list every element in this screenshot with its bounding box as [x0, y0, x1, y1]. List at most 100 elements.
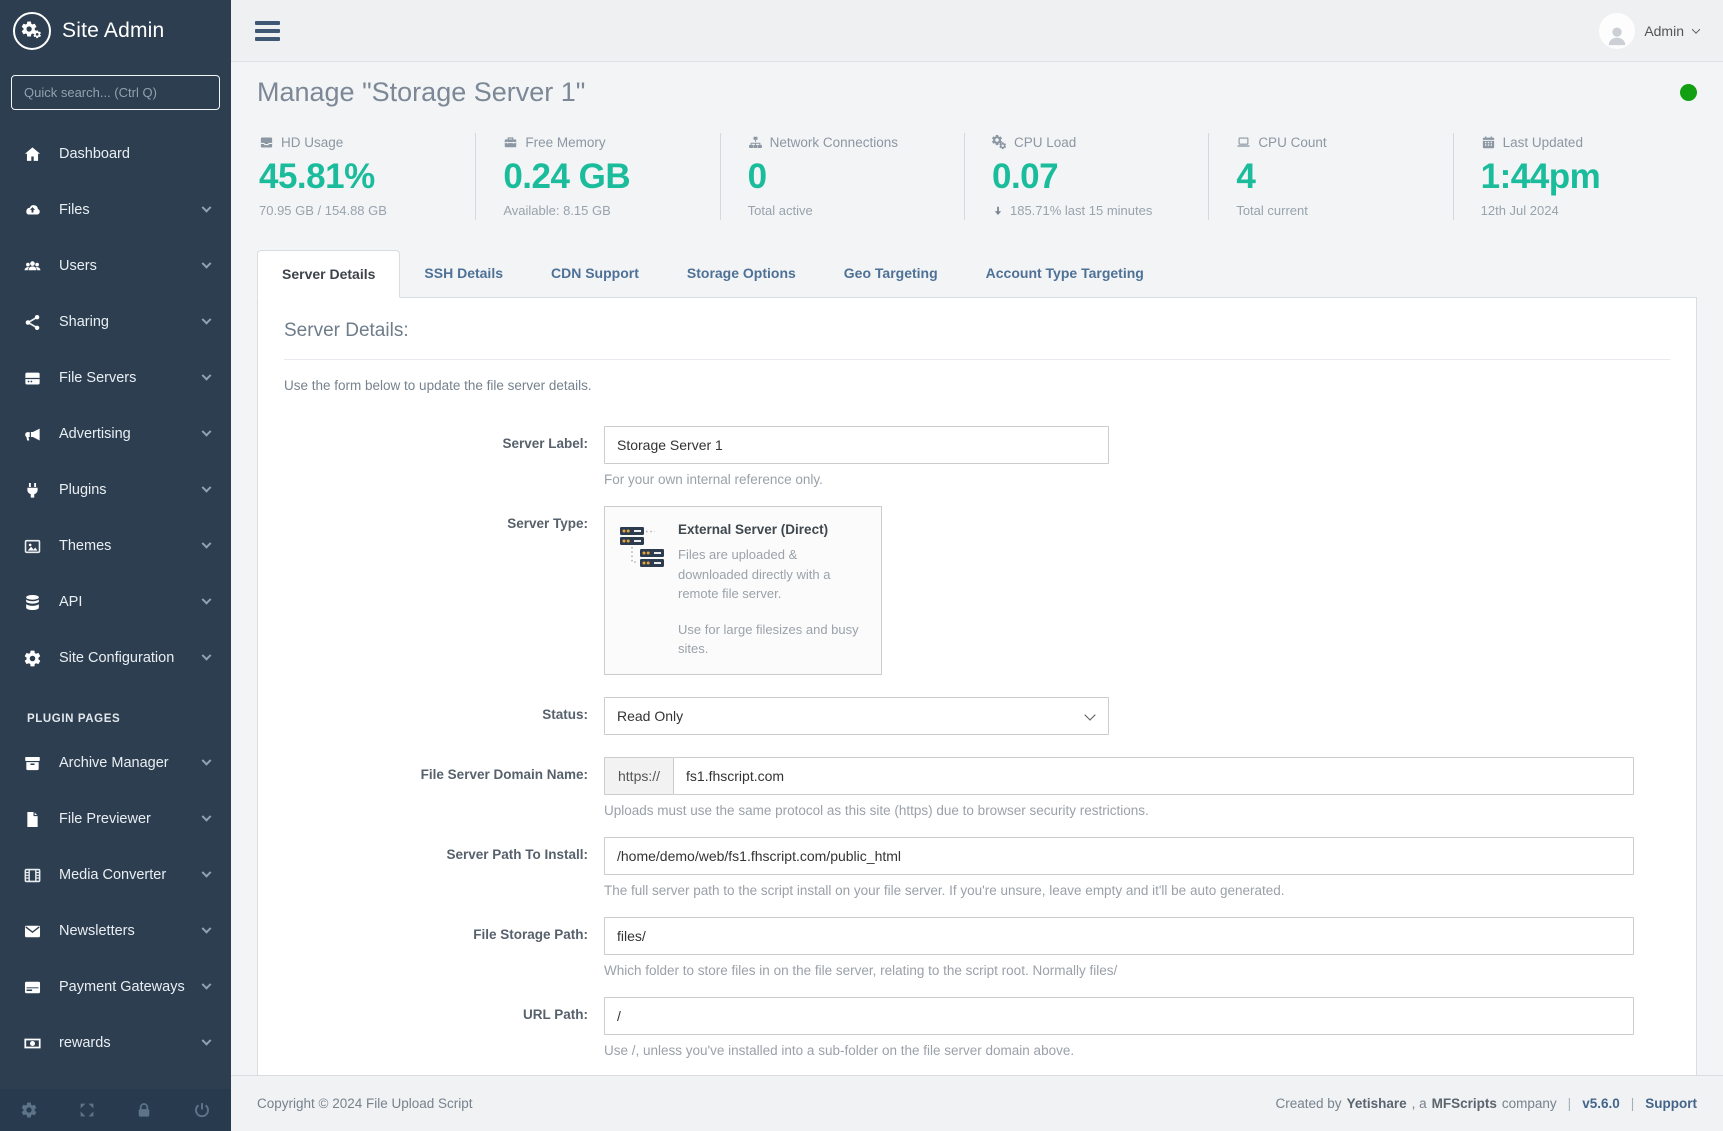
- tab-ssh-details[interactable]: SSH Details: [400, 250, 527, 297]
- arrow-down-icon: [992, 205, 1004, 217]
- brand-mfscripts[interactable]: MFScripts: [1432, 1096, 1497, 1111]
- tab-cdn-support[interactable]: CDN Support: [527, 250, 663, 297]
- stat-last-updated: Last Updated 1:44pm 12th Jul 2024: [1453, 133, 1697, 220]
- panel-intro: Use the form below to update the file se…: [284, 378, 1670, 393]
- power-icon[interactable]: [193, 1101, 211, 1119]
- chevron-down-icon: [202, 594, 212, 604]
- panel-heading: Server Details:: [284, 320, 1670, 342]
- app-logo[interactable]: Site Admin: [0, 0, 231, 62]
- hdd-icon: [259, 135, 274, 150]
- server-type-card[interactable]: External Server (Direct) Files are uploa…: [604, 506, 882, 675]
- stat-sub: Available: 8.15 GB: [503, 203, 719, 218]
- cogs-icon: [992, 135, 1007, 150]
- sidebar-item-file-previewer[interactable]: File Previewer: [0, 791, 231, 847]
- expand-icon[interactable]: [78, 1101, 96, 1119]
- chevron-down-icon: [202, 811, 212, 821]
- sidebar-item-newsletters[interactable]: Newsletters: [0, 903, 231, 959]
- url-path-input[interactable]: [604, 997, 1634, 1035]
- tab-geo-targeting[interactable]: Geo Targeting: [820, 250, 962, 297]
- domain-help: Uploads must use the same protocol as th…: [604, 803, 1670, 818]
- sidebar-item-archive-manager[interactable]: Archive Manager: [0, 735, 231, 791]
- chevron-down-icon: [202, 979, 212, 989]
- chevron-down-icon: [202, 755, 212, 765]
- sidebar-item-file-servers[interactable]: File Servers: [0, 350, 231, 406]
- stats-row: HD Usage 45.81% 70.95 GB / 154.88 GB Fre…: [257, 133, 1697, 220]
- gear-icon[interactable]: [20, 1101, 38, 1119]
- sidebar-item-users[interactable]: Users: [0, 238, 231, 294]
- server-label-label: Server Label:: [284, 426, 604, 506]
- sidebar-nav: Dashboard Files Users Sharing File Serve…: [0, 118, 231, 1089]
- sidebar-item-site-configuration[interactable]: Site Configuration: [0, 630, 231, 686]
- stat-sub: 185.71% last 15 minutes: [992, 203, 1208, 218]
- server-details-panel: Server Details: Use the form below to up…: [257, 297, 1697, 1075]
- stat-free-memory: Free Memory 0.24 GB Available: 8.15 GB: [475, 133, 719, 220]
- avatar: [1599, 13, 1635, 49]
- tab-bar: Server Details SSH Details CDN Support S…: [257, 250, 1697, 297]
- domain-input[interactable]: [673, 757, 1634, 795]
- stat-cpu-count: CPU Count 4 Total current: [1208, 133, 1452, 220]
- url-path-label: URL Path:: [284, 997, 604, 1076]
- memory-icon: [503, 135, 518, 150]
- credit-card-icon: [22, 978, 43, 997]
- stat-value: 1:44pm: [1481, 157, 1697, 197]
- chevron-down-icon: [202, 650, 212, 660]
- server-path-input[interactable]: [604, 837, 1634, 875]
- tab-server-details[interactable]: Server Details: [257, 250, 400, 298]
- footer: Copyright © 2024 File Upload Script Crea…: [231, 1075, 1723, 1131]
- tab-storage-options[interactable]: Storage Options: [663, 250, 820, 297]
- cloud-upload-icon: [22, 201, 43, 220]
- status-label: Status:: [284, 697, 604, 757]
- server-label-help: For your own internal reference only.: [604, 472, 1670, 487]
- server-type-desc: Files are uploaded & downloaded directly…: [678, 545, 867, 604]
- stat-value: 45.81%: [259, 157, 475, 197]
- sidebar-item-advertising[interactable]: Advertising: [0, 406, 231, 462]
- lock-icon[interactable]: [135, 1101, 153, 1119]
- hdd-icon: [22, 369, 43, 388]
- money-bill-icon: [22, 1034, 43, 1053]
- sidebar-item-plugins[interactable]: Plugins: [0, 462, 231, 518]
- divider: |: [1568, 1096, 1572, 1111]
- stat-sub: Total active: [748, 203, 964, 218]
- brand-yetishare[interactable]: Yetishare: [1347, 1096, 1407, 1111]
- sidebar-item-payment-gateways[interactable]: Payment Gateways: [0, 959, 231, 1015]
- share-icon: [22, 313, 43, 332]
- gear-icon: [22, 649, 43, 668]
- divider: |: [1631, 1096, 1635, 1111]
- server-type-desc: Use for large filesizes and busy sites.: [678, 620, 867, 659]
- server-type-title: External Server (Direct): [678, 522, 867, 537]
- version-label: v5.6.0: [1582, 1096, 1620, 1111]
- stat-value: 0.07: [992, 157, 1208, 197]
- stat-value: 0.24 GB: [503, 157, 719, 197]
- home-icon: [22, 145, 43, 164]
- tab-account-type-targeting[interactable]: Account Type Targeting: [962, 250, 1168, 297]
- storage-path-input[interactable]: [604, 917, 1634, 955]
- sidebar-item-dashboard[interactable]: Dashboard: [0, 126, 231, 182]
- status-select[interactable]: Read Only: [604, 697, 1109, 735]
- file-icon: [22, 810, 43, 829]
- sidebar-item-api[interactable]: API: [0, 574, 231, 630]
- search-input[interactable]: [11, 75, 220, 110]
- sidebar-item-themes[interactable]: Themes: [0, 518, 231, 574]
- hamburger-menu-icon[interactable]: [255, 21, 280, 41]
- stat-sub: 12th Jul 2024: [1481, 203, 1697, 218]
- sidebar-item-files[interactable]: Files: [0, 182, 231, 238]
- laptop-icon: [1236, 135, 1251, 150]
- stat-value: 4: [1236, 157, 1452, 197]
- server-type-label: Server Type:: [284, 506, 604, 697]
- stat-hd-usage: HD Usage 45.81% 70.95 GB / 154.88 GB: [257, 133, 475, 220]
- storage-path-help: Which folder to store files in on the fi…: [604, 963, 1670, 978]
- main-area: Admin Manage "Storage Server 1" HD Usage…: [231, 0, 1723, 1131]
- image-icon: [22, 537, 43, 556]
- server-online-status-dot: [1680, 84, 1697, 101]
- server-path-help: The full server path to the script insta…: [604, 883, 1670, 898]
- sidebar-item-media-converter[interactable]: Media Converter: [0, 847, 231, 903]
- external-server-icon: [619, 524, 665, 570]
- chevron-down-icon: [202, 1035, 212, 1045]
- sidebar-item-sharing[interactable]: Sharing: [0, 294, 231, 350]
- user-menu[interactable]: Admin: [1599, 13, 1699, 49]
- storage-path-label: File Storage Path:: [284, 917, 604, 997]
- support-link[interactable]: Support: [1645, 1096, 1697, 1111]
- sidebar-item-rewards[interactable]: rewards: [0, 1015, 231, 1071]
- user-menu-label: Admin: [1644, 23, 1684, 39]
- server-label-input[interactable]: [604, 426, 1109, 464]
